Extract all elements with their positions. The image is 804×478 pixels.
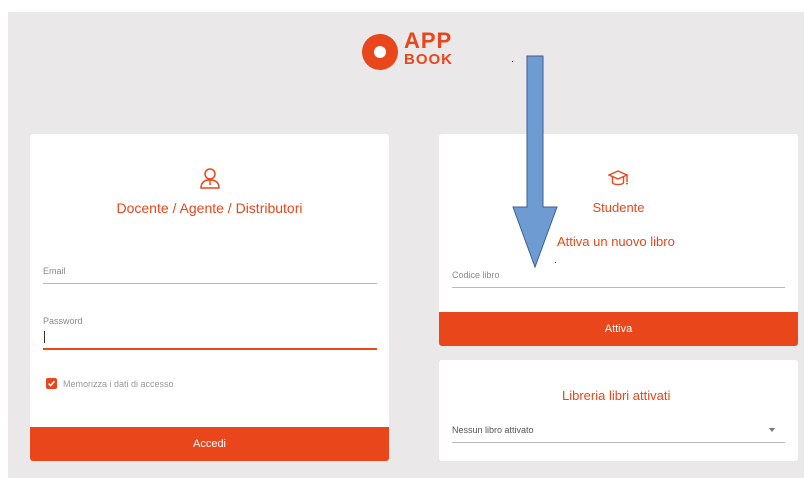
text-cursor [44,331,45,343]
chevron-down-icon [769,428,775,432]
code-field-label: Codice libro [452,270,500,280]
student-card-title: Studente [592,200,645,215]
student-card: Studente Attiva un nuovo libro Codice li… [439,134,798,346]
teacher-login-card: Docente / Agente / Distributori Email Pa… [30,134,389,461]
email-field-label: Email [43,266,66,276]
login-button[interactable]: Accedi [30,427,389,461]
activate-button[interactable]: Attiva [439,312,798,346]
teacher-card-title: Docente / Agente / Distributori [116,200,303,216]
logo-mark [362,34,398,70]
app-logo: APP BOOK [362,26,472,76]
logo-text-book: BOOK [404,51,453,68]
graduation-cap-icon [608,170,629,186]
check-icon [47,380,56,387]
remember-checkbox[interactable] [46,378,57,389]
user-icon [200,168,220,189]
book-code-field[interactable] [452,287,785,288]
activate-heading: Attiva un nuovo libro [557,234,675,249]
email-field[interactable] [43,283,377,284]
library-select-value: Nessun libro attivato [452,425,534,435]
annotation-arrow [512,55,558,269]
logo-text-app: APP [404,28,453,53]
library-title: Libreria libri attivati [562,388,671,403]
password-field[interactable] [43,348,377,350]
remember-label: Memorizza i dati di accesso [63,379,174,389]
password-field-label: Password [43,316,83,326]
library-card: Libreria libri attivati Nessun libro att… [439,360,798,461]
library-select[interactable] [452,442,785,443]
